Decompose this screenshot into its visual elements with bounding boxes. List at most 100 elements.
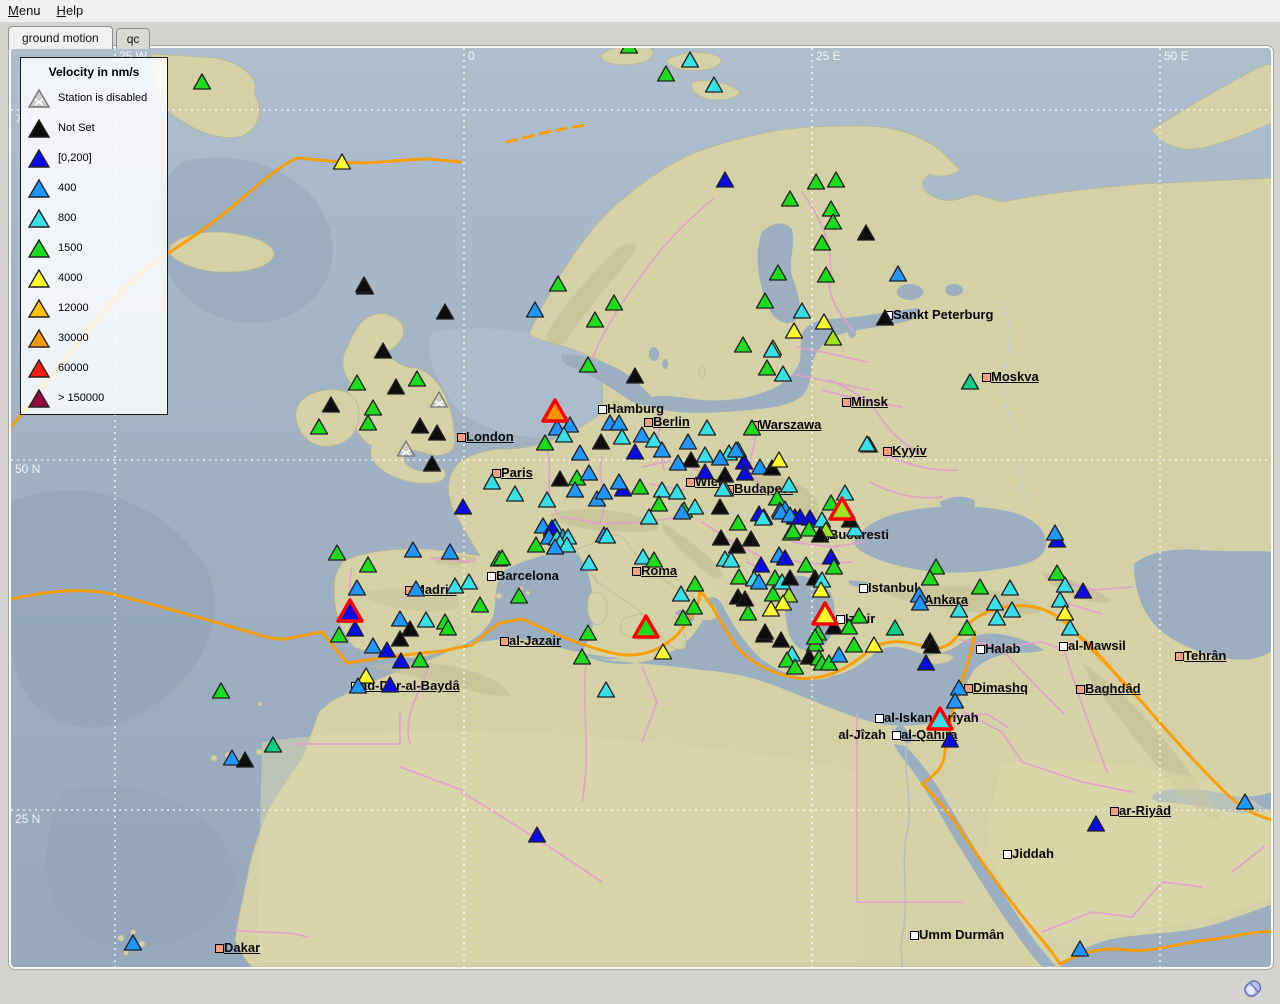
station-marker[interactable] bbox=[687, 576, 704, 591]
station-marker[interactable] bbox=[1088, 816, 1105, 831]
station-marker[interactable] bbox=[1075, 583, 1092, 598]
station-marker[interactable] bbox=[706, 77, 723, 92]
station-marker[interactable] bbox=[329, 545, 346, 560]
station-marker[interactable] bbox=[552, 471, 569, 486]
station-marker[interactable] bbox=[224, 750, 241, 765]
station-marker[interactable] bbox=[794, 303, 811, 318]
station-marker[interactable] bbox=[743, 531, 760, 546]
station-marker[interactable] bbox=[527, 302, 544, 317]
station-marker[interactable] bbox=[753, 557, 770, 572]
station-marker[interactable] bbox=[194, 74, 211, 89]
station-marker[interactable] bbox=[382, 677, 399, 692]
station-marker[interactable] bbox=[447, 578, 464, 593]
station-marker[interactable] bbox=[349, 580, 366, 595]
station-marker[interactable] bbox=[614, 429, 631, 444]
station-marker[interactable] bbox=[621, 48, 638, 53]
station-marker[interactable] bbox=[412, 418, 429, 433]
station-marker[interactable] bbox=[962, 374, 979, 389]
station-marker[interactable] bbox=[405, 542, 422, 557]
station-marker[interactable] bbox=[823, 201, 840, 216]
station-marker[interactable] bbox=[365, 400, 382, 415]
station-marker[interactable] bbox=[887, 620, 904, 635]
station-marker[interactable] bbox=[744, 420, 761, 435]
tab-ground-motion[interactable]: ground motion bbox=[8, 26, 113, 49]
station-marker[interactable] bbox=[775, 366, 792, 381]
station-marker[interactable] bbox=[265, 737, 282, 752]
station-marker[interactable] bbox=[959, 620, 976, 635]
station-marker[interactable] bbox=[429, 425, 446, 440]
station-marker[interactable] bbox=[349, 375, 366, 390]
station-marker[interactable] bbox=[593, 434, 610, 449]
station-marker[interactable] bbox=[697, 447, 714, 462]
station-marker[interactable] bbox=[798, 557, 815, 572]
station-marker[interactable] bbox=[851, 608, 868, 623]
station-marker[interactable] bbox=[461, 574, 478, 589]
station-marker[interactable] bbox=[580, 357, 597, 372]
station-marker[interactable] bbox=[580, 625, 597, 640]
station-marker[interactable] bbox=[418, 612, 435, 627]
station-marker[interactable] bbox=[846, 637, 863, 652]
station-marker[interactable] bbox=[816, 314, 833, 329]
station-marker[interactable] bbox=[831, 647, 848, 662]
station-marker[interactable] bbox=[770, 265, 787, 280]
station-marker[interactable] bbox=[412, 652, 429, 667]
station-marker[interactable] bbox=[1072, 941, 1089, 956]
station-marker[interactable] bbox=[683, 452, 700, 467]
station-marker[interactable] bbox=[655, 644, 672, 659]
station-marker[interactable] bbox=[782, 191, 799, 206]
station-marker[interactable] bbox=[658, 66, 675, 81]
station-marker[interactable] bbox=[331, 627, 348, 642]
station-marker[interactable] bbox=[398, 441, 415, 456]
station-marker[interactable] bbox=[1062, 620, 1079, 635]
station-marker[interactable] bbox=[424, 456, 441, 471]
station-marker[interactable] bbox=[687, 499, 704, 514]
station-marker-highlighted[interactable] bbox=[634, 616, 658, 637]
station-marker[interactable] bbox=[1237, 794, 1254, 809]
station-marker[interactable] bbox=[442, 544, 459, 559]
station-marker[interactable] bbox=[632, 479, 649, 494]
menu-item-help[interactable]: Help bbox=[49, 0, 92, 21]
station-marker[interactable] bbox=[972, 579, 989, 594]
station-marker[interactable] bbox=[375, 343, 392, 358]
station-marker[interactable] bbox=[654, 482, 671, 497]
station-marker[interactable] bbox=[627, 444, 644, 459]
station-marker[interactable] bbox=[360, 415, 377, 430]
station-marker[interactable] bbox=[987, 595, 1004, 610]
station-marker[interactable] bbox=[409, 371, 426, 386]
station-marker[interactable] bbox=[574, 649, 591, 664]
station-marker[interactable] bbox=[951, 602, 968, 617]
station-marker[interactable] bbox=[699, 420, 716, 435]
station-marker[interactable] bbox=[730, 515, 747, 530]
station-marker[interactable] bbox=[581, 465, 598, 480]
station-marker[interactable] bbox=[781, 477, 798, 492]
station-marker[interactable] bbox=[311, 419, 328, 434]
station-marker[interactable] bbox=[392, 611, 409, 626]
station-marker[interactable] bbox=[989, 610, 1006, 625]
station-marker[interactable] bbox=[757, 293, 774, 308]
station-marker[interactable] bbox=[773, 632, 790, 647]
station-marker[interactable] bbox=[825, 330, 842, 345]
station-marker[interactable] bbox=[484, 474, 501, 489]
station-marker[interactable] bbox=[388, 379, 405, 394]
station-marker[interactable] bbox=[786, 323, 803, 338]
station-marker[interactable] bbox=[572, 445, 589, 460]
station-marker[interactable] bbox=[537, 435, 554, 450]
station-marker[interactable] bbox=[365, 638, 382, 653]
station-marker[interactable] bbox=[611, 474, 628, 489]
station-marker[interactable] bbox=[866, 637, 883, 652]
station-marker[interactable] bbox=[539, 492, 556, 507]
station-marker[interactable] bbox=[818, 267, 835, 282]
station-marker[interactable] bbox=[717, 172, 734, 187]
station-marker[interactable] bbox=[587, 312, 604, 327]
station-marker[interactable] bbox=[1049, 565, 1066, 580]
station-marker-highlighted[interactable] bbox=[813, 603, 837, 624]
station-marker[interactable] bbox=[529, 827, 546, 842]
menu-item-menu[interactable]: Menu bbox=[0, 0, 49, 21]
station-marker[interactable] bbox=[669, 484, 686, 499]
station-marker[interactable] bbox=[237, 752, 254, 767]
station-marker[interactable] bbox=[125, 935, 142, 950]
station-marker[interactable] bbox=[627, 368, 644, 383]
station-marker[interactable] bbox=[596, 484, 613, 499]
station-marker[interactable] bbox=[877, 310, 894, 325]
station-marker[interactable] bbox=[918, 655, 935, 670]
